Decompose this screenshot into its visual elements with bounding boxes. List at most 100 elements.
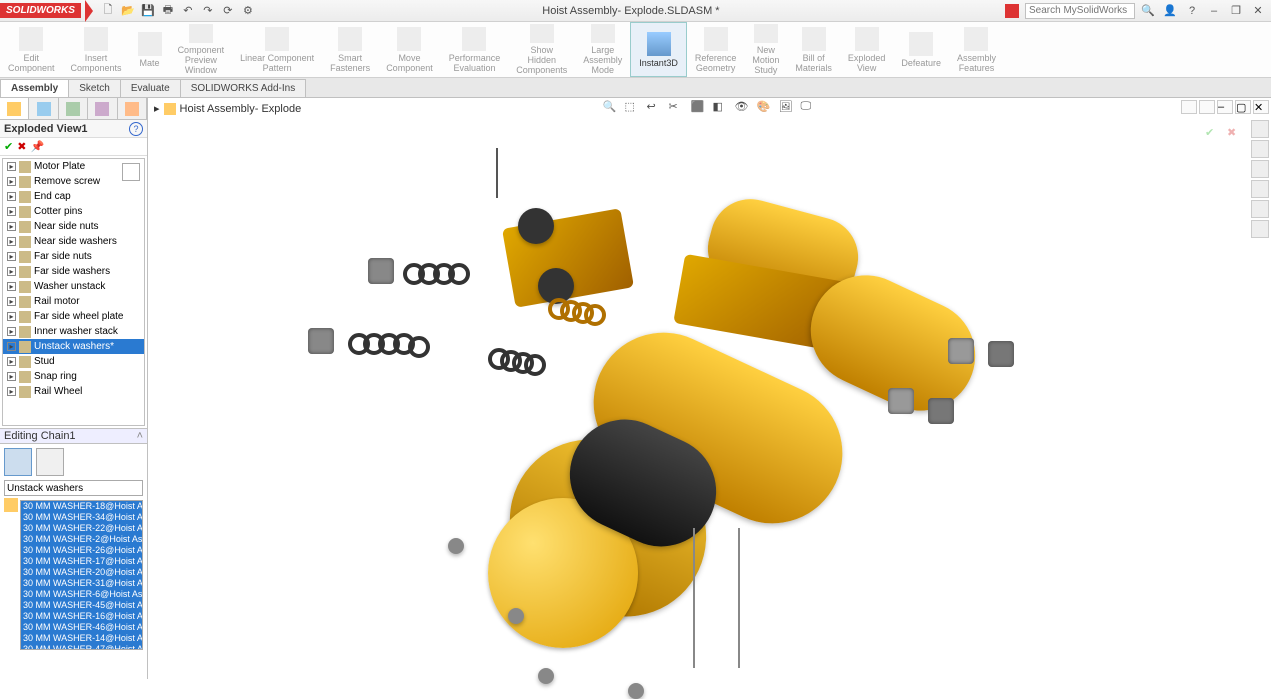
component-list-item[interactable]: 30 MM WASHER-46@Hoist As [21, 622, 142, 633]
step-name-input[interactable] [4, 480, 143, 496]
qat-redo-icon[interactable]: ↷ [199, 2, 217, 20]
search-input[interactable] [1025, 3, 1135, 19]
explode-step-row[interactable]: ▸Far side nuts [3, 249, 144, 264]
component-list-item[interactable]: 30 MM WASHER-6@Hoist Ass [21, 589, 142, 600]
pm-pushpin-icon[interactable]: 📌 [30, 140, 44, 153]
ribbon-performance-evaluation[interactable]: Performance Evaluation [441, 22, 509, 77]
expand-icon[interactable]: ▸ [7, 372, 16, 381]
ribbon-defeature[interactable]: Defeature [893, 22, 949, 77]
qat-options-icon[interactable]: ⚙ [239, 2, 257, 20]
explode-step-row[interactable]: ▸Cotter pins [3, 204, 144, 219]
editing-chain-header[interactable]: Editing Chain1 ˄ [0, 428, 147, 444]
ribbon-exploded-view[interactable]: Exploded View [840, 22, 894, 77]
pm-help-icon[interactable]: ? [129, 122, 143, 136]
explode-step-row[interactable]: ▸End cap [3, 189, 144, 204]
confirm-ok-icon[interactable]: ✔ [1205, 126, 1225, 146]
expand-icon[interactable]: ▸ [7, 207, 16, 216]
ribbon-move-component[interactable]: Move Component [378, 22, 441, 77]
ribbon-large-assembly-mode[interactable]: Large Assembly Mode [575, 22, 630, 77]
chain-alt-mode-button[interactable] [36, 448, 64, 476]
user-icon[interactable]: 👤 [1161, 3, 1179, 19]
taskpane-design-library-icon[interactable] [1251, 140, 1269, 158]
component-list-item[interactable]: 30 MM WASHER-17@Hoist As [21, 556, 142, 567]
explode-step-row[interactable]: ▸Washer unstack [3, 279, 144, 294]
qat-new-icon[interactable]: 🗋 [99, 2, 117, 20]
command-tab-assembly[interactable]: Assembly [0, 79, 69, 97]
expand-icon[interactable]: ▸ [7, 267, 16, 276]
confirm-cancel-icon[interactable]: ✖ [1227, 126, 1247, 146]
pm-cancel-button[interactable]: ✖ [17, 140, 26, 153]
viewport-close-icon[interactable]: ✕ [1253, 100, 1269, 114]
viewport-single-icon[interactable] [1181, 100, 1197, 114]
view-settings-icon[interactable]: 🖵 [801, 100, 817, 116]
taskpane-appearances-icon[interactable] [1251, 200, 1269, 218]
qat-undo-icon[interactable]: ↶ [179, 2, 197, 20]
component-selection-list[interactable]: 30 MM WASHER-18@Hoist As30 MM WASHER-34@… [20, 500, 143, 650]
ribbon-show-hidden-components[interactable]: Show Hidden Components [508, 22, 575, 77]
display-style-icon[interactable]: ◧ [713, 100, 729, 116]
minimize-button[interactable]: – [1205, 3, 1223, 19]
explode-step-row[interactable]: ▸Stud [3, 354, 144, 369]
explode-step-row[interactable]: ▸Far side wheel plate [3, 309, 144, 324]
restore-button[interactable]: ❐ [1227, 3, 1245, 19]
qat-print-icon[interactable]: 🖶 [159, 2, 177, 20]
expand-icon[interactable]: ▸ [7, 342, 16, 351]
component-list-item[interactable]: 30 MM WASHER-47@Hoist As [21, 644, 142, 650]
expand-icon[interactable]: ▸ [7, 312, 16, 321]
qat-open-icon[interactable]: 📂 [119, 2, 137, 20]
component-list-item[interactable]: 30 MM WASHER-34@Hoist As [21, 512, 142, 523]
view-orientation-icon[interactable]: ⬛ [691, 100, 707, 116]
qat-save-icon[interactable]: 💾 [139, 2, 157, 20]
ribbon-edit-component[interactable]: Edit Component [0, 22, 63, 77]
explode-step-row[interactable]: ▸Near side nuts [3, 219, 144, 234]
ribbon-new-motion-study[interactable]: New Motion Study [744, 22, 787, 77]
ribbon-component-preview-window[interactable]: Component Preview Window [170, 22, 233, 77]
expand-icon[interactable]: ▸ [7, 237, 16, 246]
taskpane-view-palette-icon[interactable] [1251, 180, 1269, 198]
expand-icon[interactable]: ▸ [7, 192, 16, 201]
component-list-item[interactable]: 30 MM WASHER-26@Hoist As [21, 545, 142, 556]
dimxpert-manager-tab[interactable] [88, 98, 117, 119]
command-tab-evaluate[interactable]: Evaluate [120, 79, 181, 97]
ribbon-bill-of-materials[interactable]: Bill of Materials [787, 22, 840, 77]
explode-step-row[interactable]: ▸Rail Wheel [3, 384, 144, 399]
component-list-item[interactable]: 30 MM WASHER-20@Hoist As [21, 567, 142, 578]
taskpane-custom-props-icon[interactable] [1251, 220, 1269, 238]
expand-icon[interactable]: ▸ [7, 282, 16, 291]
expand-icon[interactable]: ▸ [7, 357, 16, 366]
ribbon-instant3d[interactable]: Instant3D [630, 22, 687, 77]
feature-manager-tab[interactable] [0, 98, 29, 119]
viewport-min-icon[interactable]: – [1217, 100, 1233, 114]
breadcrumb-expand-icon[interactable]: ▸ [154, 102, 160, 115]
explode-steps-tree[interactable]: ▸Motor Plate▸Remove screw▸End cap▸Cotter… [2, 158, 145, 426]
viewport-link-icon[interactable] [1199, 100, 1215, 114]
chain-mode-button[interactable] [4, 448, 32, 476]
component-list-item[interactable]: 30 MM WASHER-22@Hoist As [21, 523, 142, 534]
explode-step-row[interactable]: ▸Snap ring [3, 369, 144, 384]
expand-icon[interactable]: ▸ [7, 162, 16, 171]
property-manager-tab[interactable] [29, 98, 58, 119]
edit-appearance-icon[interactable]: 🎨 [757, 100, 773, 116]
command-tab-sketch[interactable]: Sketch [68, 79, 121, 97]
explode-step-row[interactable]: ▸Near side washers [3, 234, 144, 249]
ribbon-mate[interactable]: Mate [130, 22, 170, 77]
ribbon-smart-fasteners[interactable]: Smart Fasteners [322, 22, 378, 77]
pm-ok-button[interactable]: ✔ [4, 140, 13, 153]
configuration-manager-tab[interactable] [59, 98, 88, 119]
viewport-max-icon[interactable]: ▢ [1235, 100, 1251, 114]
component-list-item[interactable]: 30 MM WASHER-18@Hoist As [21, 501, 142, 512]
graphics-area[interactable]: ▸ Hoist Assembly- Explode 🔍 ⬚ ↩ ✂ ⬛ ◧ 👁 … [148, 98, 1271, 679]
tree-options-icon[interactable] [122, 163, 140, 181]
apply-scene-icon[interactable]: 🖼 [779, 100, 795, 116]
expand-icon[interactable]: ▸ [7, 222, 16, 231]
expand-icon[interactable]: ▸ [7, 252, 16, 261]
component-list-item[interactable]: 30 MM WASHER-45@Hoist As [21, 600, 142, 611]
taskpane-resources-icon[interactable] [1251, 120, 1269, 138]
ribbon-insert-components[interactable]: Insert Components [63, 22, 130, 77]
ribbon-assembly-features[interactable]: Assembly Features [949, 22, 1004, 77]
expand-icon[interactable]: ▸ [7, 327, 16, 336]
hide-show-icon[interactable]: 👁 [735, 100, 751, 116]
component-list-item[interactable]: 30 MM WASHER-31@Hoist As [21, 578, 142, 589]
explode-step-row[interactable]: ▸Unstack washers* [3, 339, 144, 354]
explode-step-row[interactable]: ▸Rail motor [3, 294, 144, 309]
